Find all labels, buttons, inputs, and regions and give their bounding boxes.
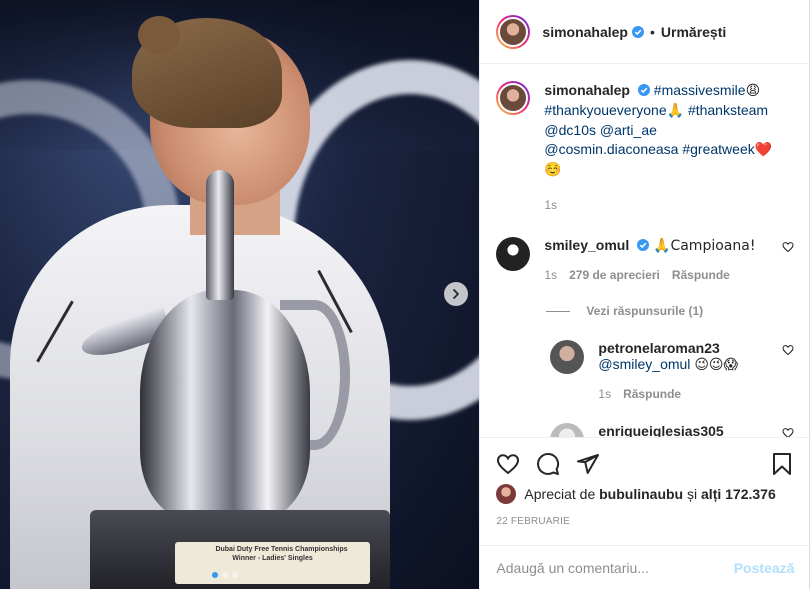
carousel-dots xyxy=(212,572,238,578)
plaque-line-1: Dubai Duty Free Tennis Championships xyxy=(215,546,348,553)
mention-link[interactable]: @arti_ae xyxy=(600,122,657,138)
comment-avatar[interactable] xyxy=(496,237,531,271)
likes-middle: și xyxy=(687,486,698,502)
post-side-panel: simonahalep • Urmărești simonahalep #mas… xyxy=(479,0,810,589)
reply-username[interactable]: petronelaroman23 xyxy=(598,340,719,356)
heart-icon[interactable] xyxy=(782,241,794,253)
reply-meta: 1s Răspunde xyxy=(598,387,794,401)
post-comment-button[interactable]: Postează xyxy=(734,560,795,576)
likes-prefix: Apreciat de xyxy=(524,486,596,502)
plaque-line-2: Winner - Ladies' Singles xyxy=(232,555,313,562)
reply-username[interactable]: enriqueiglesias305_ xyxy=(598,423,731,437)
comments-list[interactable]: simonahalep #massivesmile😩 #thankyouever… xyxy=(480,65,810,437)
share-icon[interactable] xyxy=(576,452,600,476)
reply-emojis: 😉😉😱 xyxy=(694,357,739,373)
reply-avatar[interactable] xyxy=(550,423,585,437)
following-button[interactable]: Urmărești xyxy=(661,24,726,40)
heart-icon[interactable] xyxy=(496,452,520,476)
view-replies-line xyxy=(546,310,571,312)
post-photo[interactable]: Dubai Duty Free Tennis Championships Win… xyxy=(0,0,480,589)
post-date[interactable]: 22 FEBRUARIE xyxy=(496,516,570,527)
hashtag-link[interactable]: #thankyoueveryone xyxy=(544,102,666,118)
reply-body: enriqueiglesias305_ xyxy=(598,423,794,437)
chevron-right-icon xyxy=(453,289,459,299)
liker-username[interactable]: bubulinaubu xyxy=(599,486,683,502)
comment-time[interactable]: 1s xyxy=(544,268,557,282)
mention-link[interactable]: @cosmin.diaconeasa xyxy=(544,141,678,157)
mention-link[interactable]: @smiley_omul xyxy=(598,356,690,372)
comment-username[interactable]: smiley_omul xyxy=(544,237,629,253)
liker-avatar[interactable] xyxy=(496,484,517,504)
reply-button[interactable]: Răspunde xyxy=(623,387,681,401)
photo-trophy-neck xyxy=(206,170,234,300)
trophy-plaque: Dubai Duty Free Tennis Championships Win… xyxy=(175,542,370,584)
caption-text: simonahalep #massivesmile😩 #thankyouever… xyxy=(544,81,784,215)
verified-icon xyxy=(632,25,644,38)
comment-likes[interactable]: 279 de aprecieri xyxy=(569,268,660,282)
comment-input[interactable] xyxy=(496,559,734,576)
photo-hair-bun xyxy=(138,16,180,54)
comment-meta: 1s 279 de aprecieri Răspunde xyxy=(544,268,794,282)
verified-icon xyxy=(637,84,650,96)
reply-time[interactable]: 1s xyxy=(598,387,611,401)
post-actions xyxy=(480,437,810,489)
post-modal: Dubai Duty Free Tennis Championships Win… xyxy=(0,0,810,589)
view-replies-button[interactable]: Vezi răspunsurile (1) xyxy=(546,304,794,318)
carousel-dot xyxy=(232,572,238,578)
view-replies-label: Vezi răspunsurile (1) xyxy=(586,304,704,318)
caption-emoji: ☺️ xyxy=(544,162,562,178)
heart-icon[interactable] xyxy=(782,344,794,356)
caption-emoji: 😩 xyxy=(745,83,761,99)
comment-body: smiley_omul 🙏Campioana! 1s 279 de apreci… xyxy=(544,237,794,282)
carousel-dot xyxy=(222,572,228,578)
caption-emoji: ❤️ xyxy=(754,142,773,158)
caption-timestamp[interactable]: 1s xyxy=(544,196,784,215)
bookmark-icon[interactable] xyxy=(770,452,794,476)
likes-others[interactable]: alți 172.376 xyxy=(701,486,776,502)
comment-icon[interactable] xyxy=(536,452,560,476)
photo-trophy-body xyxy=(140,290,310,520)
hashtag-link[interactable]: #thanksteam xyxy=(688,102,768,118)
post-caption: simonahalep #massivesmile😩 #thankyouever… xyxy=(496,81,794,215)
caption-emoji: 🙏 xyxy=(666,103,685,119)
comment-text: 🙏Campioana! xyxy=(653,238,756,254)
likes-summary: Apreciat de bubulinaubu și alți 172.376 xyxy=(496,484,776,504)
reply-item: enriqueiglesias305_ xyxy=(550,423,794,437)
reply-item: petronelaroman23 @smiley_omul 😉😉😱 1s Răs… xyxy=(550,340,794,401)
author-avatar[interactable] xyxy=(496,14,531,49)
carousel-next-button[interactable] xyxy=(444,282,468,306)
heart-icon[interactable] xyxy=(782,427,794,437)
carousel-dot xyxy=(212,572,218,578)
hashtag-link[interactable]: #greatweek xyxy=(682,141,754,157)
hashtag-link[interactable]: #massivesmile xyxy=(654,82,746,98)
comment-item: smiley_omul 🙏Campioana! 1s 279 de apreci… xyxy=(496,237,794,282)
verified-icon xyxy=(637,239,650,251)
header-separator: • xyxy=(650,23,655,40)
reply-button[interactable]: Răspunde xyxy=(672,268,730,282)
post-header: simonahalep • Urmărești xyxy=(480,0,809,64)
caption-username[interactable]: simonahalep xyxy=(544,82,630,98)
add-comment-bar: Postează xyxy=(480,545,810,589)
mention-link[interactable]: @dc10s xyxy=(544,122,596,138)
author-username[interactable]: simonahalep xyxy=(542,24,628,40)
reply-body: petronelaroman23 @smiley_omul 😉😉😱 1s Răs… xyxy=(598,340,794,401)
caption-avatar[interactable] xyxy=(496,81,531,115)
reply-avatar[interactable] xyxy=(550,340,585,374)
